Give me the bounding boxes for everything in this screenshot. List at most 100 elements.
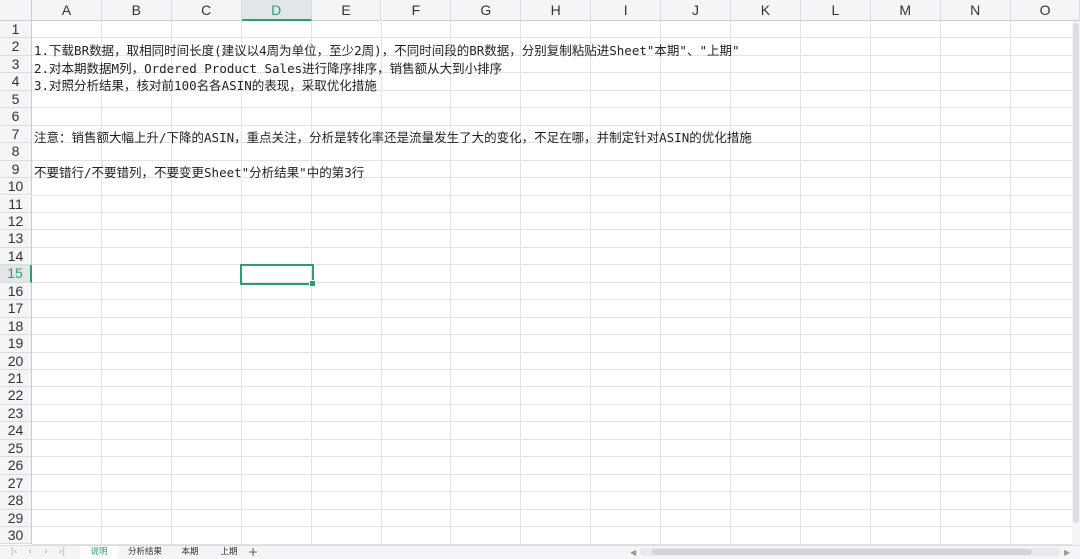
row-gridline	[32, 473, 1072, 475]
row-gridline	[32, 246, 1072, 248]
row-header-27[interactable]: 27	[0, 474, 32, 493]
row-gridline	[32, 124, 1072, 126]
row-gridline	[32, 491, 1072, 493]
row-header-15[interactable]: 15	[0, 265, 32, 283]
scroll-left-icon[interactable]: ◀	[630, 546, 636, 559]
column-header-L[interactable]: L	[800, 0, 871, 21]
column-header-I[interactable]: I	[591, 0, 662, 21]
vertical-scroll-thumb[interactable]	[1073, 23, 1079, 523]
row-header-23[interactable]: 23	[0, 404, 32, 423]
tab-analysis-result[interactable]: 分析结果	[122, 546, 168, 559]
add-sheet-icon[interactable]: +	[248, 545, 258, 559]
column-header-E[interactable]: E	[311, 0, 382, 21]
column-gridline	[170, 21, 172, 545]
column-header-M[interactable]: M	[870, 0, 941, 21]
sheet-tab-bar: |‹ ‹ › ›| 说明 分析结果 本期 上期 + ◀ ▶	[0, 545, 1080, 559]
row-gridline	[32, 194, 1072, 196]
row-header-10[interactable]: 10	[0, 178, 32, 196]
column-gridline	[730, 21, 731, 545]
row-header-2[interactable]: 2	[0, 38, 32, 56]
row-gridline	[32, 107, 1072, 109]
tab-current-period[interactable]: 本期	[172, 546, 208, 559]
row-gridline	[32, 264, 1072, 266]
row-header-11[interactable]: 11	[0, 195, 32, 213]
column-gridline	[939, 21, 941, 545]
row-gridline	[32, 37, 1072, 39]
column-gridline	[380, 21, 382, 545]
cell-A2[interactable]: 1.下载BR数据，取相同时间长度(建议以4周为单位，至少2周)，不同时间段的BR…	[34, 40, 740, 59]
column-gridline	[1009, 21, 1011, 545]
row-header-28[interactable]: 28	[0, 492, 32, 510]
row-gridline	[32, 508, 1072, 510]
tab-previous-period[interactable]: 上期	[212, 546, 246, 559]
row-header-26[interactable]: 26	[0, 457, 32, 475]
row-header-17[interactable]: 17	[0, 300, 32, 318]
row-header-21[interactable]: 21	[0, 370, 32, 388]
spreadsheet-grid[interactable]: ABCDEFGHIJKLMNO 1 2 3 4 5 6 7 8 9 10 11 12 13 14 15 16 1…	[0, 0, 1080, 545]
column-gridline	[520, 21, 522, 545]
column-header-K[interactable]: K	[731, 0, 801, 21]
row-header-5[interactable]: 5	[0, 90, 32, 109]
row-header-20[interactable]: 20	[0, 352, 32, 370]
column-gridline	[590, 21, 592, 545]
column-gridline	[799, 21, 801, 545]
row-gridline	[32, 159, 1072, 161]
row-gridline	[32, 438, 1072, 440]
row-header-22[interactable]: 22	[0, 387, 32, 405]
row-header-13[interactable]: 13	[0, 230, 32, 248]
row-header-25[interactable]: 25	[0, 439, 32, 458]
column-header-G[interactable]: G	[451, 0, 522, 21]
last-sheet-icon[interactable]: ›|	[56, 546, 68, 559]
row-gridline	[32, 421, 1072, 423]
row-header-16[interactable]: 16	[0, 282, 32, 301]
horizontal-scroll-thumb[interactable]	[652, 549, 1032, 555]
row-gridline	[32, 386, 1072, 388]
row-gridline	[32, 526, 1072, 528]
cell-A9[interactable]: 不要错行/不要错列，不要变更Sheet"分析结果"中的第3行	[34, 162, 364, 181]
row-header-30[interactable]: 30	[0, 527, 32, 545]
column-header-H[interactable]: H	[521, 0, 592, 21]
row-gridline	[32, 369, 1072, 370]
select-all-corner[interactable]	[0, 0, 32, 21]
row-gridline	[32, 299, 1072, 301]
horizontal-scrollbar[interactable]	[640, 548, 1060, 556]
row-header-14[interactable]: 14	[0, 247, 32, 266]
row-header-18[interactable]: 18	[0, 317, 32, 336]
vertical-scrollbar[interactable]	[1072, 21, 1080, 545]
column-header-J[interactable]: J	[661, 0, 731, 21]
row-header-4[interactable]: 4	[0, 73, 32, 91]
column-header-F[interactable]: F	[381, 0, 452, 21]
next-sheet-icon[interactable]: ›	[40, 546, 52, 559]
column-header-B[interactable]: B	[101, 0, 172, 21]
row-header-12[interactable]: 12	[0, 212, 32, 231]
column-gridline	[869, 21, 871, 545]
row-gridline	[32, 316, 1072, 318]
row-gridline	[32, 351, 1072, 353]
column-header-D[interactable]: D	[241, 0, 312, 21]
active-cell-D15[interactable]	[240, 264, 316, 287]
row-header-3[interactable]: 3	[0, 55, 32, 74]
row-header-8[interactable]: 8	[0, 143, 32, 161]
column-header-O[interactable]: O	[1010, 0, 1080, 21]
column-header-C[interactable]: C	[171, 0, 242, 21]
row-header-1[interactable]: 1	[0, 21, 32, 39]
column-gridline	[450, 21, 452, 545]
row-header-24[interactable]: 24	[0, 422, 32, 440]
row-header-19[interactable]: 19	[0, 335, 32, 353]
prev-sheet-icon[interactable]: ‹	[24, 546, 36, 559]
tab-shuoming[interactable]: 说明	[80, 546, 118, 559]
cell-A4[interactable]: 3.对照分析结果，核对前100名各ASIN的表现，采取优化措施	[34, 75, 377, 94]
first-sheet-icon[interactable]: |‹	[8, 546, 20, 559]
row-gridline	[32, 211, 1072, 213]
cell-A7[interactable]: 注意：销售额大幅上升/下降的ASIN，重点关注，分析是转化率还是流量发生了大的变…	[34, 127, 752, 146]
column-header-A[interactable]: A	[32, 0, 102, 21]
row-header-6[interactable]: 6	[0, 108, 32, 126]
scroll-right-icon[interactable]: ▶	[1064, 546, 1070, 559]
row-gridline	[32, 229, 1072, 231]
row-header-9[interactable]: 9	[0, 160, 32, 179]
row-header-29[interactable]: 29	[0, 509, 32, 528]
row-header-7[interactable]: 7	[0, 125, 32, 144]
column-gridline	[660, 21, 662, 545]
column-gridline	[100, 21, 102, 545]
column-header-N[interactable]: N	[940, 0, 1011, 21]
